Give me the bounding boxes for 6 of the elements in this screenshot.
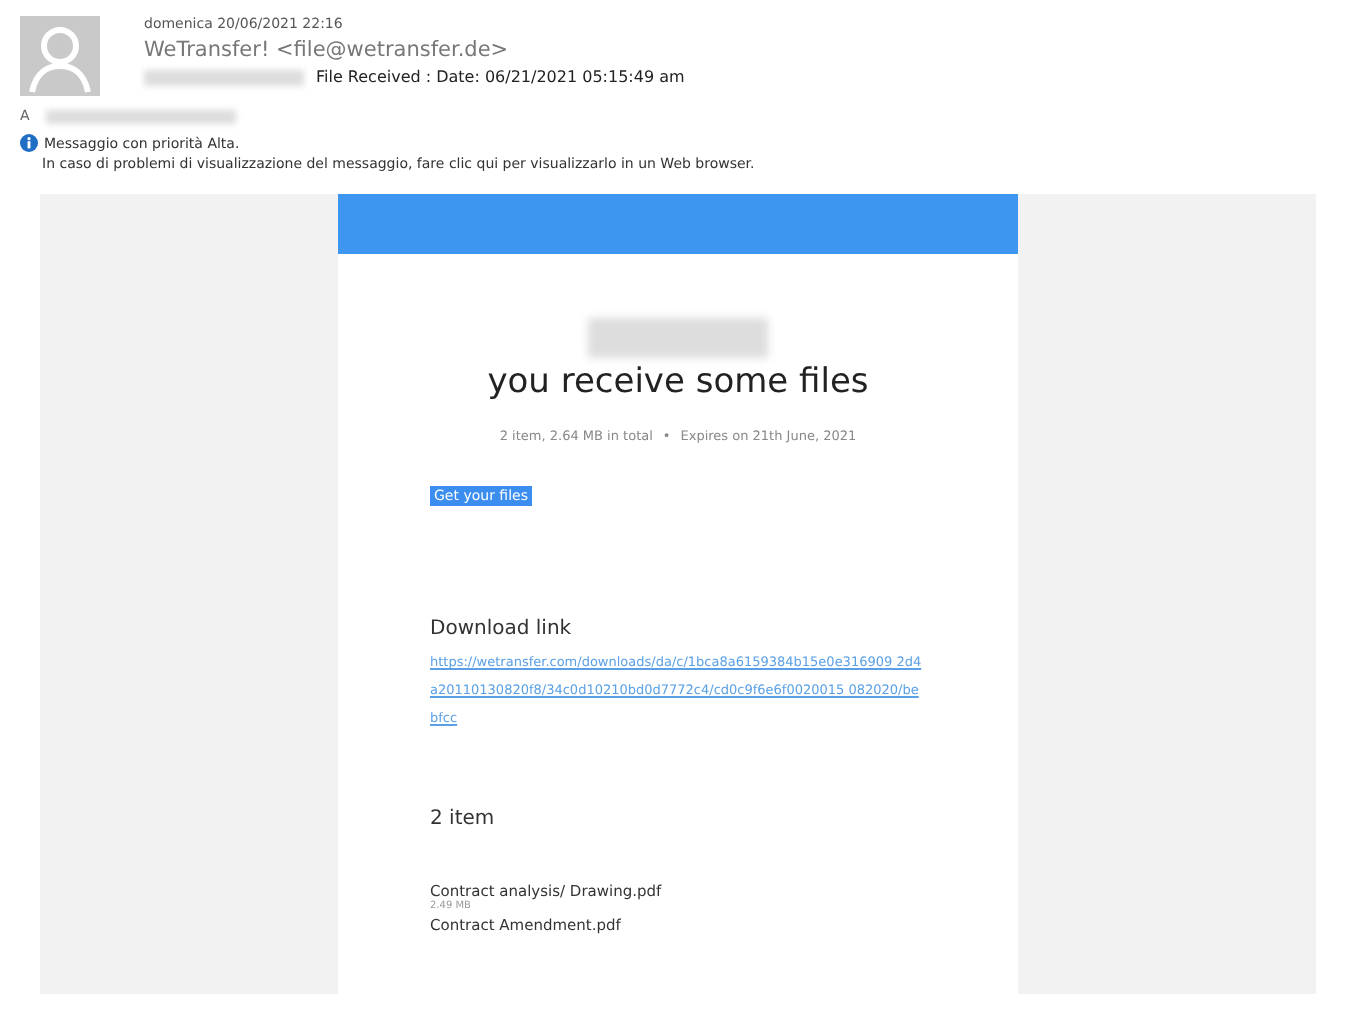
sender-name: WeTransfer! <file@wetransfer.de> (144, 38, 511, 62)
email-title: you receive some files (485, 362, 871, 402)
info-icon (20, 134, 38, 152)
items-heading: 2 item (430, 808, 497, 830)
download-heading: Download link (430, 618, 574, 640)
subject-text: File Received : Date: 06/21/2021 05:15:49 am (316, 68, 685, 86)
